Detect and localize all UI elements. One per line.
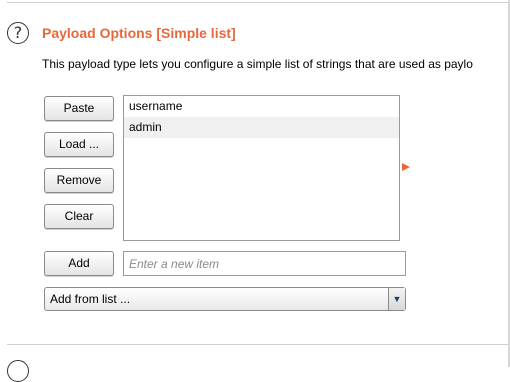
- top-divider: [7, 2, 508, 3]
- bottom-divider: [7, 344, 508, 345]
- add-button[interactable]: Add: [44, 251, 114, 276]
- list-item[interactable]: username: [124, 96, 399, 117]
- help-icon[interactable]: ?: [7, 22, 29, 44]
- play-arrow-icon: [402, 163, 410, 171]
- dropdown-selected-value: Add from list ...: [50, 292, 131, 306]
- new-item-input[interactable]: [123, 251, 406, 276]
- section-description: This payload type lets you configure a s…: [42, 57, 473, 71]
- load-button[interactable]: Load ...: [44, 132, 114, 157]
- add-from-list-dropdown[interactable]: Add from list ... ▼: [44, 287, 406, 311]
- paste-button[interactable]: Paste: [44, 96, 114, 121]
- chevron-down-icon[interactable]: ▼: [388, 288, 405, 310]
- remove-button[interactable]: Remove: [44, 168, 114, 193]
- section-title: Payload Options [Simple list]: [42, 25, 236, 41]
- list-item[interactable]: admin: [124, 117, 399, 138]
- clear-button[interactable]: Clear: [44, 204, 114, 229]
- help-icon[interactable]: [7, 360, 29, 382]
- payload-list[interactable]: username admin: [123, 95, 400, 241]
